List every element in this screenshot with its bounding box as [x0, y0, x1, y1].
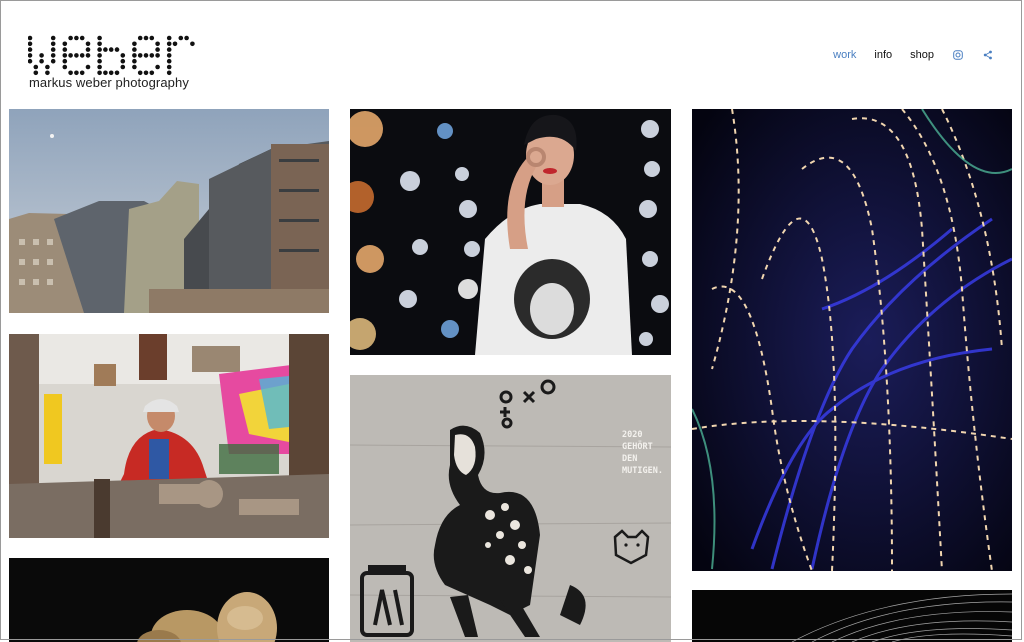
gallery-tile-portrait[interactable] [350, 109, 671, 355]
main-nav: work info shop [833, 49, 994, 61]
gallery-tile-street-art[interactable]: 2020 GEHÖRT DEN MUTIGEN. [350, 375, 671, 642]
gallery-tile-light-painting[interactable] [692, 109, 1012, 571]
street-art-text-line-4: MUTIGEN. [622, 466, 663, 476]
gallery-tile-architecture[interactable] [9, 109, 329, 313]
brand-tagline: markus weber photography [29, 75, 189, 90]
instagram-icon[interactable] [952, 49, 964, 61]
street-art-text-line-1: 2020 [622, 430, 642, 440]
nav-work[interactable]: work [833, 49, 856, 61]
street-art-text-line-2: GEHÖRT [622, 441, 653, 452]
nav-info[interactable]: info [874, 49, 892, 61]
nav-shop[interactable]: shop [910, 49, 934, 61]
street-art-text-line-3: DEN [622, 454, 637, 464]
gallery-tile-still-life[interactable] [9, 558, 329, 642]
gallery-tile-workshop[interactable] [9, 334, 329, 538]
logo-wordmark [28, 35, 195, 76]
gallery-tile-star-trails[interactable] [692, 590, 1012, 642]
share-icon[interactable] [982, 49, 994, 61]
